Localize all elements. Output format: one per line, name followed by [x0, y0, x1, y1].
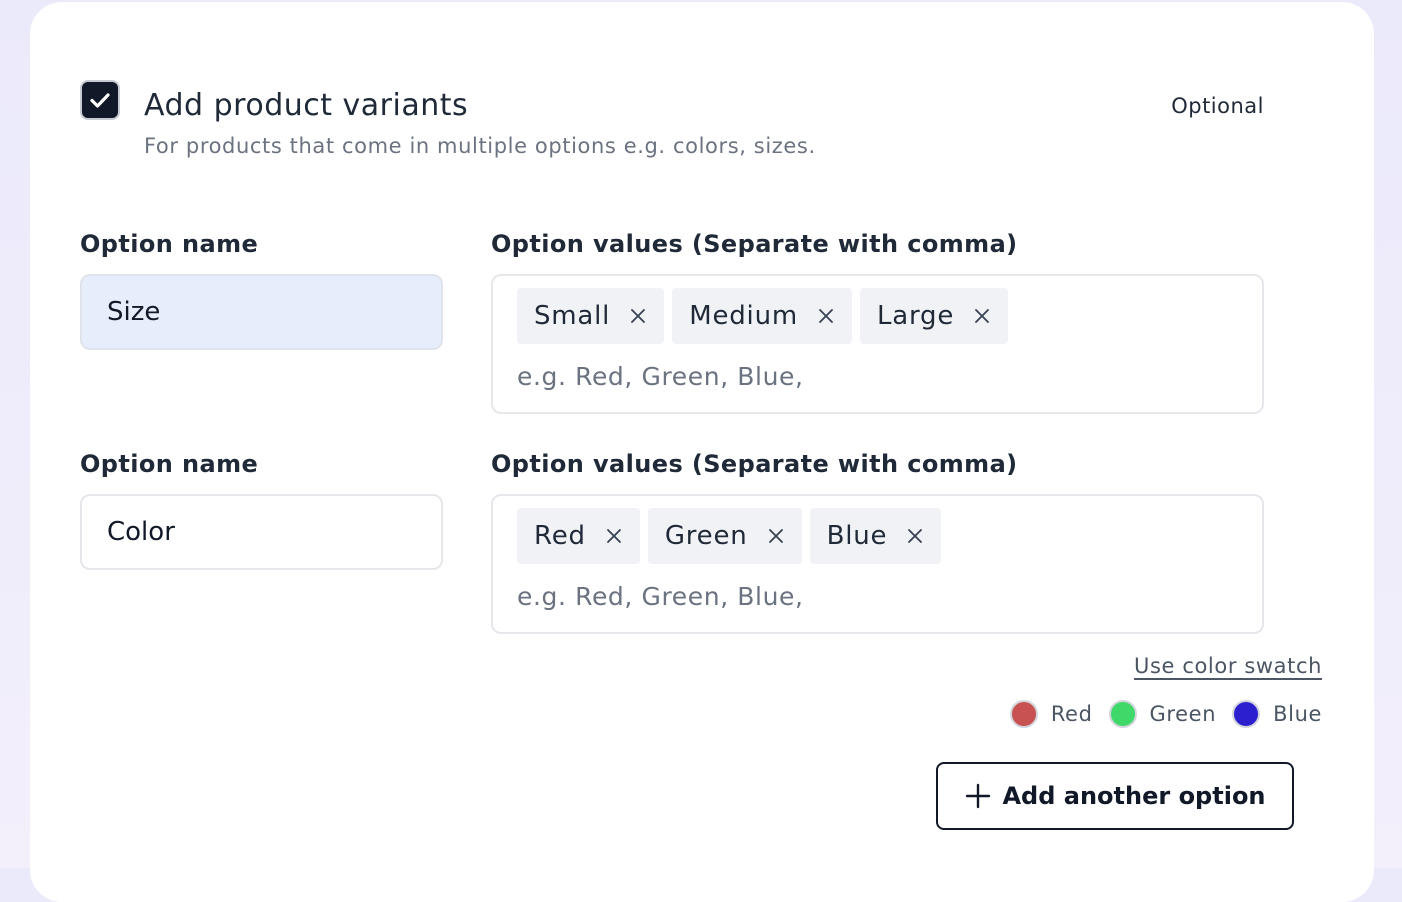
option-values-input[interactable]	[517, 356, 1217, 396]
chip-label: Small	[534, 301, 611, 331]
swatch-label: Red	[1050, 702, 1093, 726]
chip-label: Red	[534, 521, 586, 551]
option-name-label: Option name	[80, 230, 259, 258]
add-another-option-button[interactable]: Add another option	[936, 762, 1294, 830]
close-icon	[819, 309, 833, 323]
value-chips: Small Medium Large	[517, 288, 1009, 344]
option-values-input[interactable]	[517, 576, 1217, 616]
swatch-label: Blue	[1273, 702, 1322, 726]
option-values-label: Option values (Separate with comma)	[491, 450, 1018, 478]
value-chip: Green	[647, 508, 802, 564]
option-values-field-size[interactable]: Small Medium Large	[491, 274, 1264, 414]
option-name-input-size[interactable]	[80, 274, 443, 350]
option-values-label: Option values (Separate with comma)	[491, 230, 1018, 258]
remove-chip-button[interactable]	[604, 526, 624, 546]
close-icon	[606, 529, 621, 543]
swatch-green-dot[interactable]	[1108, 700, 1137, 728]
chip-label: Medium	[689, 301, 798, 331]
close-icon	[768, 529, 783, 543]
swatch-red-dot[interactable]	[1009, 700, 1038, 728]
add-another-option-label: Add another option	[1002, 782, 1266, 810]
value-chip: Large	[859, 288, 1009, 344]
swatch-blue: Blue	[1232, 700, 1322, 728]
option-name-input-color[interactable]	[80, 494, 443, 570]
chip-label: Green	[664, 521, 748, 551]
close-icon	[908, 529, 923, 543]
remove-chip-button[interactable]	[905, 526, 925, 546]
close-icon	[975, 309, 990, 323]
value-chip: Small	[517, 288, 665, 344]
option-name-label: Option name	[80, 450, 259, 478]
remove-chip-button[interactable]	[816, 306, 836, 326]
value-chip: Blue	[809, 508, 942, 564]
chip-label: Blue	[826, 521, 888, 551]
use-color-swatch-link[interactable]: Use color swatch	[1134, 652, 1322, 680]
close-icon	[631, 309, 646, 323]
remove-chip-button[interactable]	[628, 306, 648, 326]
remove-chip-button[interactable]	[766, 526, 786, 546]
check-icon	[90, 93, 110, 108]
variants-title: Add product variants	[144, 88, 469, 123]
swatch-blue-dot[interactable]	[1232, 700, 1261, 728]
value-chips: Red Green Blue	[517, 508, 942, 564]
value-chip: Red	[517, 508, 640, 564]
chip-label: Large	[876, 301, 955, 331]
variants-subtitle: For products that come in multiple optio…	[144, 134, 816, 158]
value-chip: Medium	[672, 288, 852, 344]
swatch-red: Red	[1009, 700, 1093, 728]
plus-icon	[964, 782, 992, 810]
option-values-field-color[interactable]: Red Green Blue	[491, 494, 1264, 634]
optional-badge: Optional	[1171, 94, 1264, 118]
swatch-green: Green	[1108, 700, 1217, 728]
remove-chip-button[interactable]	[972, 306, 992, 326]
color-swatches: Red Green Blue	[1009, 698, 1322, 730]
add-variants-checkbox[interactable]	[80, 80, 120, 120]
variants-header: Add product variants For products that c…	[80, 80, 1264, 170]
swatch-label: Green	[1149, 702, 1217, 726]
